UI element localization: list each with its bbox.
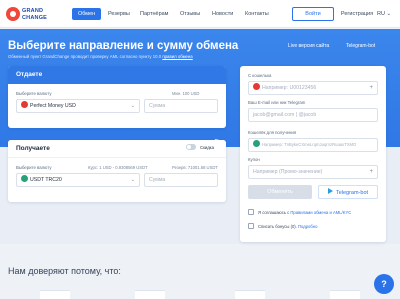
coupon-input[interactable]: Например (Промо-значение) + [248,165,378,179]
receive-currency-label: Выберите валюту [16,165,52,170]
rate-text: Курс: 1 USD - 0.9308569 USDT [88,165,148,170]
wallet-input[interactable]: Например: U00123456 + [248,81,378,95]
give-card-title: Отдаете [8,66,226,84]
page-title: Выберите направление и сумму обмена [8,40,239,52]
page-subtitle: Обменный пункт GrandChange проводит пров… [8,54,193,59]
trust-tile [330,290,360,299]
discount-toggle[interactable] [186,144,196,150]
bonus-text: Списать бонусы (0). Подробно [258,224,317,229]
agree-prefix: Я соглашаюсь с [258,210,290,215]
trust-tile [235,290,265,299]
agree-checkbox[interactable] [248,209,254,215]
trust-tile [135,290,165,299]
nav-item-exchange[interactable]: Обмен [72,8,102,20]
chevron-down-icon: ⌄ [386,11,392,17]
login-button[interactable]: Войти [292,7,334,21]
receive-card: Получаете Скидка Выберите валюту Курс: 1… [8,140,226,202]
bonus-checkbox[interactable] [248,223,254,229]
coupon-label: Купон [248,157,260,162]
nav-item-news[interactable]: Новости [212,8,233,20]
give-currency-value: Perfect Money USD [30,103,76,109]
exchange-button[interactable]: Обменять [248,185,312,199]
exchange-rules-link[interactable]: правил обмена [162,54,192,59]
language-value: RU [377,11,385,17]
trust-tile [40,290,70,299]
plus-icon[interactable]: + [369,82,373,94]
give-card: Отдаете ⇅ Выберите валюту Perfect Money … [8,66,226,146]
chevron-down-icon: ⌄ [130,103,135,109]
email-label: Ваш E-mail или ник Telegram [248,100,306,105]
give-currency-select[interactable]: Perfect Money USD ⌄ [16,99,140,113]
logo-text-2: CHANGE [22,15,48,21]
live-version-link[interactable]: Live версия сайта [288,43,329,49]
agree-text: Я соглашаюсь с Правилами обмена и AML/KY… [258,210,351,215]
nav-item-partners[interactable]: Партнёрам [140,8,168,20]
give-amount-placeholder: Сумма [149,103,166,109]
perfect-money-icon [253,83,260,90]
register-button[interactable]: Регистрация [339,7,375,21]
logo-mark-icon [6,7,20,21]
logo-text-1: GRAND [22,8,44,14]
tether-icon [253,140,260,147]
wallet-placeholder: Например: U00123456 [262,85,317,91]
tether-icon [21,175,28,182]
plus-icon[interactable]: + [369,166,373,178]
bonus-details-link[interactable]: Подробно [298,224,317,229]
reserve-text: Резерв: 71001.68 USDT [172,165,218,170]
give-min-text: Мин. 100 USD [172,91,200,96]
give-currency-label: Выберите валюту [16,91,52,96]
receive-currency-value: USDT TRC20 [30,177,62,183]
telegram-bot-link[interactable]: Telegram-bot [346,43,375,49]
give-amount-input[interactable]: Сумма [144,99,218,113]
receive-wallet-input[interactable]: Например: TnBykeCXmeLrqmJuqrnzRuaaxTXMO [248,138,378,152]
telegram-bot-button-label: Telegram-bot [335,190,369,196]
receive-currency-select[interactable]: USDT TRC20 ⌄ [16,173,140,187]
trust-section-title: Нам доверяют потому, что: [8,266,121,276]
perfect-money-icon [21,101,28,108]
telegram-bot-button[interactable]: Telegram-bot [318,185,378,199]
receive-wallet-label: Кошелёк для получения [248,130,297,135]
nav-item-reserves[interactable]: Резервы [108,8,130,20]
language-select[interactable]: RU ⌄ [377,7,391,21]
chevron-down-icon: ⌄ [130,177,135,183]
receive-amount-input[interactable]: Сумма [144,173,218,187]
email-input[interactable]: jacob@gmail.com | @jacob [248,108,378,122]
help-icon[interactable]: ? [374,274,394,294]
telegram-bot-link-label: Telegram-bot [346,43,376,49]
rules-aml-link[interactable]: Правилами обмена и AML/KYC [290,210,351,215]
subtitle-text: Обменный пункт GrandChange проводит пров… [8,54,162,59]
email-placeholder: jacob@gmail.com | @jacob [253,112,317,118]
discount-label: Скидка [200,145,214,150]
receive-amount-placeholder: Сумма [149,177,166,183]
exchange-form-card: С кошелька Например: U00123456 + Ваш E-m… [240,66,386,242]
coupon-placeholder: Например (Промо-значение) [253,169,323,175]
wallet-label: С кошелька [248,73,272,78]
receive-wallet-placeholder: Например: TnBykeCXmeLrqmJuqrnzRuaaxTXMO [262,142,357,147]
nav-item-reviews[interactable]: Отзывы [180,8,200,20]
logo[interactable]: GRAND CHANGE [6,5,58,23]
top-navbar: GRAND CHANGE Обмен Резервы Партнёрам Отз… [0,0,400,28]
telegram-icon [327,188,333,194]
bonus-prefix: Списать бонусы (0). [258,224,297,229]
nav-item-contacts[interactable]: Контакты [245,8,269,20]
